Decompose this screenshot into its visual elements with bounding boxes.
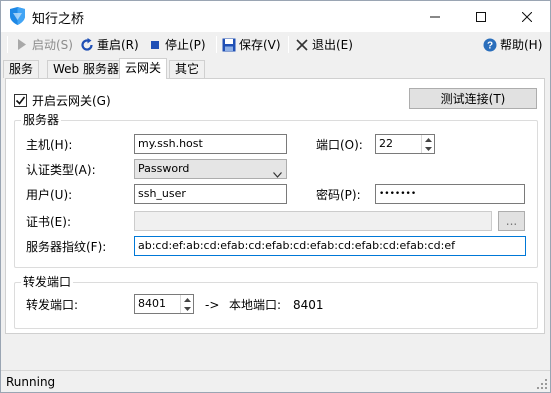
certificate-input[interactable] — [134, 211, 492, 231]
resize-grip-icon[interactable] — [537, 379, 548, 390]
browse-certificate-button[interactable]: ... — [498, 211, 525, 231]
forward-port-group-label: 转发端口 — [21, 275, 74, 289]
floppy-disk-icon — [221, 37, 237, 53]
close-button[interactable] — [504, 1, 550, 32]
enable-gateway-checkbox[interactable] — [14, 94, 27, 107]
status-text: Running — [6, 375, 56, 389]
toolbar-grip — [7, 36, 8, 53]
start-label: 启动(S) — [32, 38, 73, 52]
auth-type-value: Password — [138, 162, 190, 175]
tab-service[interactable]: 服务 — [3, 60, 40, 78]
spin-up-icon[interactable] — [422, 135, 434, 144]
port-spin-buttons[interactable] — [421, 135, 434, 153]
port-label: 端口(O): — [316, 138, 363, 152]
cloud-gateway-panel: 开启云网关(G) 测试连接(T) 服务器 主机(H): my.ssh.host … — [5, 78, 545, 334]
test-connection-button[interactable]: 测试连接(T) — [409, 88, 537, 109]
check-icon — [15, 96, 26, 105]
minimize-button[interactable] — [412, 1, 458, 32]
app-window: 知行之桥 启动(S) 重启(R) 停止(P) 保存(V) 退出(E) ? 帮助(… — [0, 0, 551, 393]
status-bar: Running — [1, 370, 550, 392]
port-value: 22 — [379, 137, 393, 150]
save-button[interactable]: 保存(V) — [221, 34, 281, 55]
forward-port-value: 8401 — [138, 297, 166, 310]
svg-text:?: ? — [487, 40, 493, 51]
user-input[interactable]: ssh_user — [134, 184, 287, 204]
app-shield-icon — [9, 7, 26, 25]
tab-other[interactable]: 其它 — [169, 60, 206, 78]
enable-gateway-checkbox-row[interactable]: 开启云网关(G) — [14, 92, 111, 109]
stop-label: 停止(P) — [165, 38, 206, 52]
restart-button[interactable]: 重启(R) — [79, 34, 139, 55]
refresh-icon — [79, 37, 95, 53]
enable-gateway-label: 开启云网关(G) — [32, 94, 111, 108]
arrow-text: -> — [205, 298, 220, 312]
restart-label: 重启(R) — [97, 38, 139, 52]
minimize-icon — [430, 16, 440, 17]
host-input[interactable]: my.ssh.host — [134, 134, 287, 154]
help-label: 帮助(H) — [500, 38, 543, 52]
auth-type-label: 认证类型(A): — [26, 163, 96, 177]
help-icon: ? — [482, 37, 498, 53]
exit-button[interactable]: 退出(E) — [294, 34, 353, 55]
server-group-label: 服务器 — [21, 113, 62, 127]
chevron-down-icon — [273, 166, 282, 184]
fingerprint-label: 服务器指纹(F): — [26, 240, 107, 254]
play-icon — [14, 37, 30, 53]
maximize-button[interactable] — [458, 1, 504, 32]
exit-label: 退出(E) — [312, 38, 353, 52]
forward-port-label: 转发端口: — [26, 298, 79, 312]
toolbar: 启动(S) 重启(R) 停止(P) 保存(V) 退出(E) ? 帮助(H) — [1, 32, 550, 57]
forward-port-stepper[interactable]: 8401 — [134, 294, 194, 314]
password-label: 密码(P): — [316, 188, 361, 202]
tab-strip: 服务 Web 服务器 云网关 其它 — [1, 58, 550, 79]
toolbar-separator — [216, 36, 217, 53]
auth-type-select[interactable]: Password — [134, 159, 287, 179]
tab-web-server[interactable]: Web 服务器 — [47, 60, 125, 78]
spin-down-icon[interactable] — [422, 144, 434, 153]
local-port-label: 本地端口: — [229, 298, 282, 312]
maximize-icon — [476, 11, 486, 22]
tab-cloud-gateway[interactable]: 云网关 — [119, 58, 168, 79]
save-label: 保存(V) — [239, 38, 281, 52]
stop-icon — [147, 37, 163, 53]
spin-down-icon[interactable] — [181, 304, 193, 313]
spin-up-icon[interactable] — [181, 295, 193, 304]
local-port-value: 8401 — [293, 298, 324, 312]
password-input[interactable]: ••••••• — [375, 184, 525, 204]
user-label: 用户(U): — [26, 188, 73, 202]
help-button[interactable]: ? 帮助(H) — [482, 34, 542, 55]
certificate-label: 证书(E): — [26, 215, 71, 229]
window-title: 知行之桥 — [32, 12, 85, 27]
close-icon — [522, 11, 532, 22]
host-label: 主机(H): — [26, 138, 73, 152]
forward-port-spin-buttons[interactable] — [180, 295, 193, 313]
fingerprint-input[interactable]: ab:cd:ef:ab:cd:efab:cd:efab:cd:efab:cd:e… — [134, 236, 526, 256]
toolbar-separator — [288, 36, 289, 53]
start-button[interactable]: 启动(S) — [14, 34, 73, 55]
title-bar: 知行之桥 — [1, 1, 550, 32]
x-mark-icon — [294, 37, 310, 53]
port-stepper[interactable]: 22 — [375, 134, 435, 154]
stop-button[interactable]: 停止(P) — [147, 34, 206, 55]
